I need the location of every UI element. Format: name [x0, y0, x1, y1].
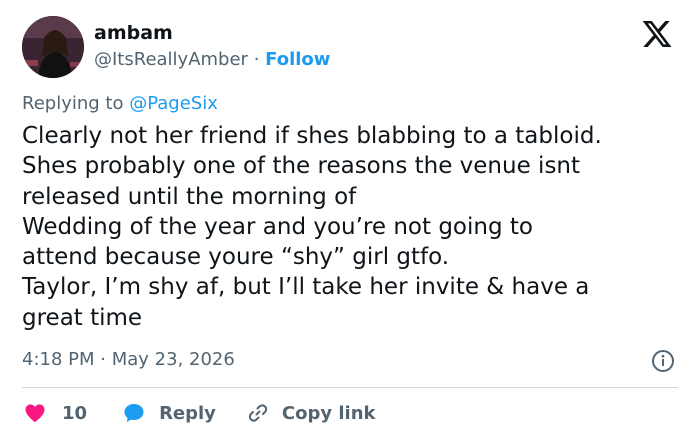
speech-bubble-icon [124, 404, 144, 422]
reply-button[interactable]: Reply [121, 401, 216, 425]
tweet-time: 4:18 PM [22, 349, 95, 370]
link-icon [248, 404, 268, 422]
tweet-line: attend because youre “shy” girl gtfo. [22, 244, 450, 271]
meta-separator: · [100, 349, 106, 370]
reply-prefix: Replying to [22, 93, 124, 114]
handle-separator: · [253, 49, 260, 70]
tweet-line: great time [22, 304, 143, 331]
copy-link-button[interactable]: Copy link [246, 401, 376, 425]
author-handle-row: @ItsReallyAmber · Follow [94, 49, 330, 70]
tweet-line: released until the morning of [22, 183, 357, 210]
avatar[interactable] [22, 16, 84, 78]
avatar-photo [22, 16, 84, 78]
tweet-line: Shes probably one of the reasons the ven… [22, 153, 581, 180]
info-icon[interactable] [651, 349, 675, 373]
like-count: 10 [62, 402, 88, 424]
author-handle[interactable]: @ItsReallyAmber [94, 49, 248, 70]
divider [22, 387, 678, 388]
tweet-line: Taylor, I’m shy af, but I’ll take her in… [22, 274, 590, 301]
like-button[interactable]: 10 [22, 401, 87, 425]
tweet-date: May 23, 2026 [111, 349, 235, 370]
x-logo-icon[interactable] [640, 18, 674, 50]
author-name[interactable]: ambam [94, 22, 173, 44]
action-bar: 10 Reply Copy link [22, 397, 376, 429]
reply-mention-link[interactable]: @PageSix [129, 93, 218, 114]
heart-icon [25, 404, 45, 423]
tweet-card: ambam @ItsReallyAmber · Follow Replying … [0, 0, 700, 440]
follow-button[interactable]: Follow [265, 49, 330, 70]
reply-label: Reply [159, 402, 216, 424]
tweet-text: Clearly not her friend if shes blabbing … [22, 121, 682, 333]
tweet-timestamp[interactable]: 4:18 PM · May 23, 2026 [22, 349, 235, 370]
tweet-line: Clearly not her friend if shes blabbing … [22, 123, 602, 149]
reply-context: Replying to @PageSix [22, 93, 218, 114]
copy-link-label: Copy link [281, 402, 376, 424]
tweet-line: Wedding of the year and you’re not going… [22, 213, 533, 240]
